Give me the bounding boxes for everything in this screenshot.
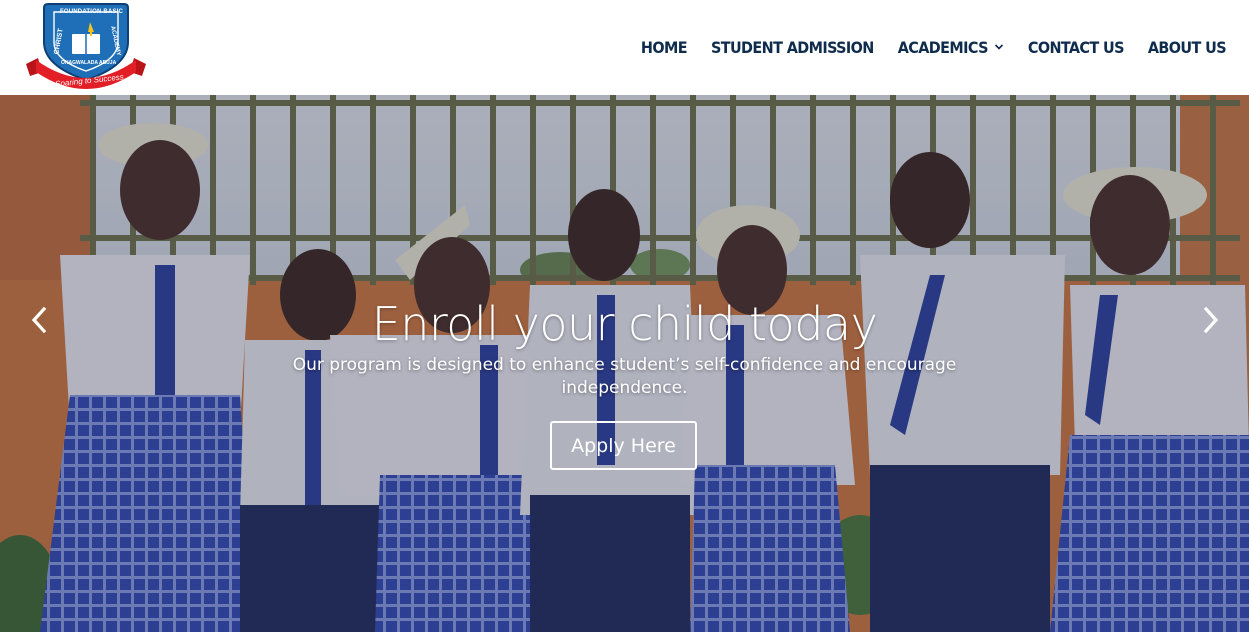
apply-here-button[interactable]: Apply Here [550,421,697,470]
school-logo[interactable]: FOUNDATION BASIC CHRIST ACADEMY ONAGWALA… [24,0,148,95]
logo-bottom-text: ONAGWALADA ABUJA [61,60,117,66]
main-nav: HOME STUDENT ADMISSION ACADEMICS CONTACT… [641,34,1227,60]
chevron-down-icon [994,44,1003,50]
nav-about-us[interactable]: ABOUT US [1148,38,1227,57]
nav-student-admission[interactable]: STUDENT ADMISSION [711,38,874,57]
hero-slider: Enroll your child today Our program is d… [0,95,1249,632]
nav-home[interactable]: HOME [641,38,688,57]
site-header: FOUNDATION BASIC CHRIST ACADEMY ONAGWALA… [0,0,1249,95]
nav-academics[interactable]: ACADEMICS [898,38,1004,57]
hero-title: Enroll your child today [371,297,878,351]
logo-top-text: FOUNDATION BASIC [60,9,124,15]
hero-subtitle: Our program is designed to enhance stude… [292,355,957,398]
nav-contact-us[interactable]: CONTACT US [1028,38,1125,57]
nav-academics-label: ACADEMICS [897,37,989,57]
